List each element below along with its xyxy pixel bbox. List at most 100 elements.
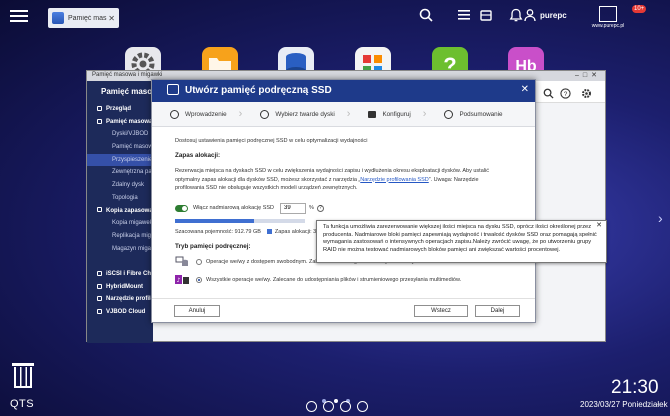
radio-all-io[interactable] [196, 276, 202, 283]
sidebar-item[interactable]: Przegląd [87, 103, 153, 116]
sidebar-item-label: Zewnętrzna pamięć [112, 169, 153, 176]
sidebar-item-label: Przegląd [106, 106, 132, 112]
allocation-bar-fill [175, 218, 255, 223]
svg-text:♪: ♪ [177, 277, 181, 284]
os-label: QTS [10, 398, 35, 410]
over-provisioning-row: Włącz nadmiarową alokację SSD % ? [175, 202, 521, 214]
toggle-label: Włącz nadmiarową alokację SSD [193, 205, 275, 211]
taskbar-app-tab[interactable]: Pamięć mas ✕ [48, 8, 119, 28]
sidebar-item[interactable]: Narzędzie profilowania [87, 293, 153, 306]
window-title: Pamięć masowa i migawki [92, 72, 163, 78]
search-icon[interactable] [418, 8, 434, 24]
external-devices-icon[interactable] [478, 8, 494, 24]
sidebar-item[interactable]: Zdalny dysk [87, 179, 153, 192]
check-icon [444, 109, 454, 119]
step-label: Podsumowanie [459, 110, 503, 118]
close-icon[interactable]: ✕ [596, 222, 602, 230]
sidebar-item[interactable]: Magazyn migawek [87, 243, 153, 256]
close-icon[interactable]: ✕ [521, 84, 529, 95]
sidebar-item[interactable]: Pamięć masowa/migawki [87, 141, 153, 154]
page-dot[interactable] [334, 399, 338, 403]
sidebar-item[interactable]: Topologia [87, 192, 153, 205]
tooltip-text: Ta funkcja umożliwia zarezerwowanie więk… [323, 224, 597, 253]
next-button[interactable]: Dalej [475, 305, 520, 317]
user-icon[interactable] [522, 8, 538, 24]
sidebar-item[interactable]: Dyski/VJBOD [87, 128, 153, 141]
intro-text: Dostosuj ustawienia pamięci podręcznej S… [175, 138, 368, 144]
sidebar-item[interactable]: Replikacja migawek [87, 230, 153, 243]
sidebar-item[interactable]: Zewnętrzna pamięć [87, 166, 153, 179]
sidebar-item-label: Topologia [112, 194, 138, 201]
allocation-bar [175, 218, 305, 223]
profiling-tool-link[interactable]: Narzędzie profilowania SSD [360, 177, 428, 183]
date: 2023/03/27 Poniedziałek [580, 400, 668, 409]
chevron-right-icon: › [238, 108, 243, 120]
sidebar-section-icon [97, 105, 102, 111]
sidebar-item-label: Pamięć masowa/migawki [112, 144, 153, 151]
sidebar-section-icon [97, 270, 102, 276]
sidebar-item-label: Pamięć masowa [106, 118, 153, 125]
cancel-button[interactable]: Anuluj [174, 305, 220, 317]
dashboard-icon[interactable] [306, 401, 317, 412]
help-icon[interactable]: ? [560, 86, 571, 104]
svg-text:?: ? [564, 91, 568, 98]
dialog-footer: Anuluj Wstecz Dalej [152, 298, 535, 322]
step-label: Wprowadzenie [185, 110, 227, 118]
over-provisioning-toggle[interactable] [175, 204, 188, 212]
sidebar-item-label: Dyski/VJBOD [112, 131, 149, 138]
sidebar-app-title: Pamięć masowa i migawki [87, 81, 153, 103]
storage-app-icon [52, 12, 64, 24]
configure-icon [368, 110, 377, 118]
mode-option-all[interactable]: ♪ Wszystkie operacje we/wy. Zalecane do … [175, 274, 521, 286]
sidebar-item[interactable]: Przyspieszenie pamięci podręcznej [87, 153, 153, 167]
taskbar: Pamięć mas ✕ purepc www.purepc.pl 10+ [0, 0, 670, 34]
step-label: Konfiguruj [382, 110, 411, 118]
gear-icon[interactable] [581, 86, 592, 104]
multimedia-icon: ♪ [175, 274, 189, 286]
monitor-logo-icon [599, 6, 617, 22]
sidebar-item[interactable]: VJBOD Cloud [87, 306, 153, 319]
main-menu-icon[interactable] [10, 8, 28, 24]
sidebar-item[interactable]: HybridMount [87, 281, 153, 294]
background-tasks-icon[interactable] [456, 8, 472, 24]
legend-square [266, 229, 272, 234]
database-icon [175, 256, 189, 268]
sidebar-item-label: Replikacja migawek [112, 232, 153, 239]
close-icon[interactable]: ✕ [108, 14, 115, 23]
search-icon[interactable] [543, 86, 554, 104]
sidebar-item-label: Kopia migawek [112, 220, 153, 227]
sidebar-item[interactable]: Pamięć masowa [87, 116, 153, 129]
sidebar-item-label: Magazyn migawek [112, 245, 153, 252]
step-configure: Konfiguruj › [368, 108, 426, 120]
allocation-title: Zapas alokacji: [175, 152, 221, 159]
sidebar-section-icon [97, 296, 102, 302]
back-button[interactable]: Wstecz [414, 305, 468, 317]
resource-monitor-icon[interactable] [323, 401, 334, 412]
sidebar-item[interactable]: Kopia zapasowa migawek [87, 205, 153, 218]
sidebar-item[interactable]: iSCSI i Fibre Channel [87, 268, 153, 281]
radio-random-io[interactable] [196, 258, 202, 265]
step-select-disks: Wybierz twarde dyski › [260, 108, 350, 120]
info-icon[interactable] [357, 401, 368, 412]
percent-input[interactable] [280, 202, 307, 214]
capacity-label: Szacowana pojemność: 912.79 GB [175, 228, 261, 235]
chevron-right-icon[interactable]: › [658, 210, 663, 226]
sidebar: Pamięć masowa i migawki Przegląd Pamięć m… [87, 81, 153, 343]
ssd-cache-icon [167, 84, 179, 95]
taskbar-app-label: Pamięć mas [68, 14, 107, 22]
step-intro: Wprowadzenie › [170, 108, 242, 120]
trash-icon[interactable] [12, 363, 34, 389]
step-summary: Podsumowanie [444, 109, 503, 119]
dialog-header: Utwórz pamięć podręczną SSD ✕ [152, 80, 535, 102]
notifications-icon[interactable] [340, 401, 351, 412]
sidebar-list: Przegląd Pamięć masowa Dyski/VJBOD Pamięć m… [87, 103, 153, 319]
help-icon[interactable]: ? [316, 204, 324, 212]
sidebar-item[interactable]: Kopia migawek [87, 217, 153, 230]
chevron-right-icon: › [346, 108, 351, 120]
window-controls[interactable]: –□✕ [575, 71, 601, 79]
allocation-description: Rezerwacja miejsca na dyskach SSD w celu… [175, 168, 489, 191]
wizard-steps: Wprowadzenie › Wybierz twarde dyski › Ko… [152, 102, 535, 127]
mode-option-all-label: Wszystkie operacje we/wy. Zalecane do ud… [206, 276, 462, 283]
sidebar-item-label: VJBOD Cloud [106, 309, 146, 315]
username[interactable]: purepc [540, 11, 567, 20]
